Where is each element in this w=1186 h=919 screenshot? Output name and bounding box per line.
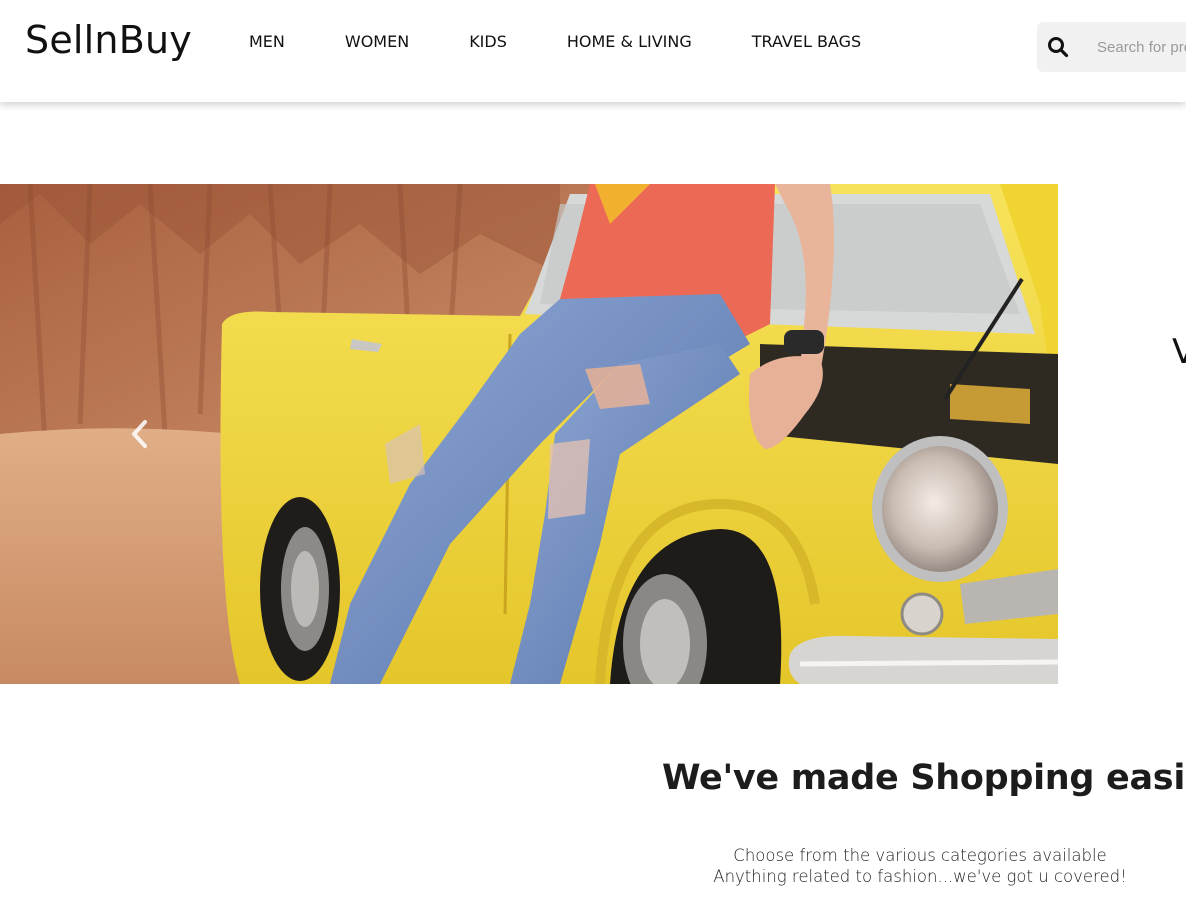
- nav-item-home-living[interactable]: HOME & LIVING: [567, 32, 692, 51]
- hero-carousel: V: [0, 184, 1186, 684]
- brand-logo[interactable]: SellnBuy: [25, 18, 192, 62]
- chevron-left-icon[interactable]: [126, 416, 152, 452]
- next-slide-peek: V: [1172, 332, 1186, 372]
- hero-subtitle-line-1: Choose from the various categories avail…: [733, 845, 1107, 865]
- top-navbar: SellnBuy MEN WOMEN KIDS HOME & LIVING TR…: [0, 0, 1186, 102]
- search-bar[interactable]: [1037, 22, 1186, 72]
- carousel-slide-image: [0, 184, 1058, 684]
- hero-title: We've made Shopping easier: [662, 758, 1186, 798]
- hero-subtitle: Choose from the various categories avail…: [700, 845, 1140, 887]
- nav-item-women[interactable]: WOMEN: [345, 32, 409, 51]
- search-icon[interactable]: [1037, 22, 1079, 72]
- nav-item-travel-bags[interactable]: TRAVEL BAGS: [752, 32, 861, 51]
- nav-item-men[interactable]: MEN: [249, 32, 285, 51]
- main-nav: MEN WOMEN KIDS HOME & LIVING TRAVEL BAGS: [249, 32, 861, 51]
- search-input[interactable]: [1075, 38, 1186, 56]
- hero-subtitle-line-2: Anything related to fashion...we've got …: [713, 866, 1127, 886]
- nav-item-kids[interactable]: KIDS: [469, 32, 507, 51]
